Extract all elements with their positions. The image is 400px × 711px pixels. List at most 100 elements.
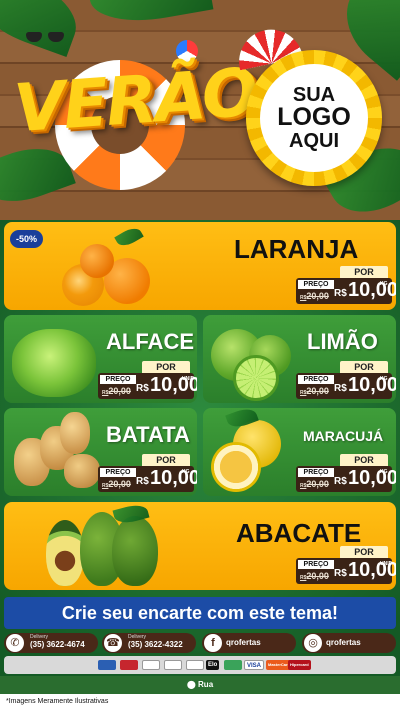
old-price-value: 20,00 [108,479,131,489]
price-value: 10,00 [348,467,396,489]
card-brand-icon [164,660,182,670]
price-preco-label: PREÇO [298,280,334,289]
card-brand-icon [98,660,116,670]
price-por-label: POR [142,454,190,466]
avocado-image [112,516,158,586]
address-text: Rua [198,680,214,689]
palm-leaf-decoration [86,0,214,31]
header-banner: VERÃO SUA LOGO AQUI [0,0,400,220]
product-card-batata[interactable]: BATATA POR PREÇO R$20,00 R$ 10,00 KG [4,408,197,496]
old-price-value: 20,00 [108,386,131,396]
price-tag: POR PREÇO R$20,00 R$ 10,00 KG [98,454,197,494]
old-price: R$20,00 [300,571,329,581]
price-unit: KG [182,469,190,475]
instagram-icon: ◎ [304,634,322,652]
old-price-value: 20,00 [306,386,329,396]
facebook-contact[interactable]: f qrofertas [202,633,296,653]
logo-line-2: LOGO [277,103,351,132]
facebook-handle: qrofertas [226,638,261,647]
old-price: R$20,00 [102,386,131,396]
price-currency: R$ [136,476,149,487]
logo-line-3: AQUI [289,129,339,152]
price-por-label: POR [340,266,388,278]
price-tag: POR PREÇO R$20,00 R$ 10,00 UNID [98,361,197,401]
facebook-icon: f [204,634,222,652]
price-currency: R$ [334,288,347,299]
price-tag: POR PREÇO R$20,00 R$ 10,00 KG [296,266,396,306]
instagram-contact[interactable]: ◎ qrofertas [302,633,396,653]
product-name: BATATA [106,422,190,447]
price-currency: R$ [334,383,347,394]
potato-image [60,412,90,454]
instagram-handle: qrofertas [326,638,361,647]
product-name: LIMÃO [307,329,378,354]
whatsapp-number: (35) 3622-4674 [30,640,85,649]
visa-logo: VISA [244,660,265,670]
price-preco-label: PREÇO [100,468,136,477]
phone-icon: ☎ [104,634,122,652]
cta-banner[interactable]: Crie seu encarte com este tema! [4,597,396,629]
product-name: ALFACE [106,329,194,354]
price-unit: KG [380,376,388,382]
avocado-image [46,520,84,586]
price-value: 10,00 [348,279,396,301]
old-price: R$20,00 [300,291,329,301]
card-brand-icon [186,660,204,670]
card-brand-icon [120,660,138,670]
logo-text: SUA LOGO AQUI [260,64,368,172]
whatsapp-icon: ✆ [6,634,24,652]
price-por-label: POR [340,454,388,466]
hipercard-logo: Hipercard [288,660,311,670]
lettuce-image [12,329,96,397]
price-tag: POR PREÇO R$20,00 R$ 10,00 KG [296,454,396,494]
sunglasses-icon [26,32,64,42]
product-card-limao[interactable]: LIMÃO POR PREÇO R$20,00 R$ 10,00 KG [203,315,396,403]
disclaimer: *Imagens Meramente Ilustrativas [0,694,400,711]
phone-number: (35) 3622-4322 [128,640,183,649]
discount-badge: -50% [10,230,44,248]
palm-leaf-decoration [0,0,87,58]
price-unit: UNID [182,376,195,382]
old-price: R$20,00 [300,479,329,489]
price-currency: R$ [136,383,149,394]
price-tag: POR PREÇO R$20,00 R$ 10,00 UNID [296,546,396,586]
price-preco-label: PREÇO [298,468,334,477]
card-brand-icon [142,660,160,670]
logo-placeholder[interactable]: SUA LOGO AQUI [246,50,382,186]
price-por-label: POR [142,361,190,373]
price-currency: R$ [334,568,347,579]
price-unit: UNID [380,561,393,567]
product-name: MARACUJÁ [303,428,384,444]
old-price: R$20,00 [300,386,329,396]
price-por-label: POR [340,546,388,558]
orange-leaf-image [114,224,144,250]
product-card-alface[interactable]: ALFACE POR PREÇO R$20,00 R$ 10,00 UNID [4,315,197,403]
payment-methods-bar: Elo VISA MasterCard Hipercard [4,656,396,674]
potato-image [64,454,100,488]
header-title: VERÃO [11,53,259,148]
price-currency: R$ [334,476,347,487]
price-value: 10,00 [348,374,396,396]
product-card-abacate[interactable]: ABACATE POR PREÇO R$20,00 R$ 10,00 UNID [4,502,396,590]
price-preco-label: PREÇO [298,375,334,384]
lime-slice-image [233,355,279,401]
elo-logo: Elo [206,660,220,670]
old-price: R$20,00 [102,479,131,489]
whatsapp-contact[interactable]: ✆ Delivery (35) 3622-4674 [4,633,98,653]
price-preco-label: PREÇO [100,375,136,384]
product-name: ABACATE [236,518,362,548]
price-unit: KG [380,281,388,287]
phone-contact[interactable]: ☎ Delivery (35) 3622-4322 [102,633,196,653]
location-pin-icon: ⬤ [186,680,196,689]
product-card-maracuja[interactable]: MARACUJÁ POR PREÇO R$20,00 R$ 10,00 KG [203,408,396,496]
old-price-value: 20,00 [306,479,329,489]
product-name: LARANJA [234,234,359,264]
price-unit: KG [380,469,388,475]
product-card-laranja[interactable]: -50% LARANJA POR PREÇO R$20,00 R$ 10,00 … [4,222,396,310]
card-brand-icon [224,660,242,670]
logo-line-1: SUA [292,83,336,106]
address-bar[interactable]: ⬤ Rua [0,676,400,694]
price-por-label: POR [340,361,388,373]
price-preco-label: PREÇO [298,560,334,569]
old-price-value: 20,00 [306,571,329,581]
